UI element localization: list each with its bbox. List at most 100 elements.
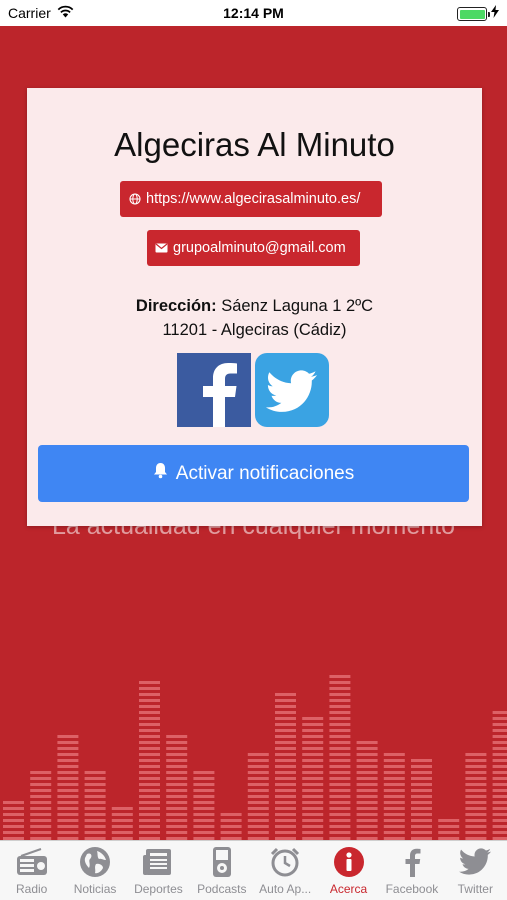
- equalizer-segment: [139, 693, 160, 696]
- tab-podcasts[interactable]: Podcasts: [190, 841, 253, 900]
- equalizer-segment: [139, 723, 160, 726]
- globe-icon: [78, 845, 112, 879]
- equalizer-segment: [166, 795, 188, 798]
- equalizer-segment: [383, 795, 405, 798]
- equalizer-segment: [302, 813, 324, 816]
- equalizer-segment: [411, 825, 432, 828]
- equalizer-bar: [84, 771, 106, 840]
- facebook-icon: [395, 845, 429, 879]
- equalizer-graphic: [3, 675, 507, 840]
- equalizer-bar: [3, 801, 24, 840]
- equalizer-segment: [193, 819, 215, 822]
- equalizer-bar: [356, 741, 378, 840]
- equalizer-segment: [302, 729, 324, 732]
- equalizer-segment: [329, 795, 351, 798]
- equalizer-segment: [166, 801, 188, 804]
- email-button[interactable]: grupoalminuto@gmail.com: [147, 230, 360, 266]
- equalizer-segment: [139, 783, 160, 786]
- tab-deportes[interactable]: Deportes: [127, 841, 190, 900]
- equalizer-segment: [30, 819, 52, 822]
- equalizer-segment: [275, 735, 296, 738]
- equalizer-segment: [465, 825, 487, 828]
- tab-twitter[interactable]: Twitter: [444, 841, 507, 900]
- equalizer-segment: [30, 813, 52, 816]
- equalizer-segment: [247, 831, 269, 834]
- equalizer-bar: [383, 753, 405, 840]
- equalizer-segment: [247, 813, 269, 816]
- equalizer-segment: [411, 765, 432, 768]
- equalizer-segment: [84, 807, 106, 810]
- charging-bolt-icon: [491, 5, 499, 23]
- equalizer-segment: [329, 675, 351, 678]
- equalizer-segment: [356, 789, 378, 792]
- tab-label-radio: Radio: [16, 882, 48, 896]
- equalizer-segment: [329, 681, 351, 684]
- equalizer-segment: [57, 735, 79, 738]
- status-time: 12:14 PM: [223, 5, 284, 21]
- equalizer-segment: [329, 759, 351, 762]
- equalizer-segment: [329, 777, 351, 780]
- equalizer-segment: [193, 825, 215, 828]
- equalizer-segment: [492, 825, 507, 828]
- equalizer-segment: [275, 807, 296, 810]
- equalizer-segment: [492, 807, 507, 810]
- equalizer-segment: [492, 711, 507, 714]
- equalizer-segment: [247, 795, 269, 798]
- equalizer-segment: [383, 813, 405, 816]
- equalizer-segment: [139, 819, 160, 822]
- equalizer-segment: [383, 789, 405, 792]
- equalizer-segment: [302, 747, 324, 750]
- equalizer-segment: [111, 819, 133, 822]
- equalizer-bar: [438, 819, 460, 840]
- facebook-button[interactable]: [177, 353, 251, 427]
- equalizer-segment: [329, 819, 351, 822]
- equalizer-segment: [492, 813, 507, 816]
- tab-facebook[interactable]: Facebook: [380, 841, 443, 900]
- equalizer-segment: [465, 765, 487, 768]
- equalizer-segment: [57, 753, 79, 756]
- equalizer-segment: [492, 831, 507, 834]
- equalizer-segment: [139, 681, 160, 684]
- equalizer-segment: [302, 807, 324, 810]
- equalizer-segment: [411, 831, 432, 834]
- website-button[interactable]: https://www.algecirasalminuto.es/: [120, 181, 382, 217]
- tab-auto-apagado[interactable]: Auto Ap...: [254, 841, 317, 900]
- equalizer-segment: [84, 789, 106, 792]
- tab-bar: Radio Noticias Deportes Podcasts Auto Ap…: [0, 840, 507, 900]
- equalizer-segment: [193, 831, 215, 834]
- equalizer-segment: [166, 831, 188, 834]
- equalizer-segment: [247, 789, 269, 792]
- equalizer-segment: [275, 771, 296, 774]
- equalizer-segment: [57, 789, 79, 792]
- equalizer-segment: [30, 789, 52, 792]
- equalizer-segment: [383, 825, 405, 828]
- equalizer-segment: [492, 747, 507, 750]
- equalizer-bar: [57, 735, 79, 840]
- equalizer-segment: [275, 699, 296, 702]
- equalizer-segment: [465, 813, 487, 816]
- equalizer-segment: [465, 795, 487, 798]
- equalizer-bar: [220, 813, 242, 840]
- tab-radio[interactable]: Radio: [0, 841, 63, 900]
- equalizer-segment: [57, 813, 79, 816]
- equalizer-segment: [275, 741, 296, 744]
- equalizer-segment: [492, 717, 507, 720]
- equalizer-bar: [411, 759, 432, 840]
- equalizer-bar: [111, 807, 133, 840]
- equalizer-segment: [139, 765, 160, 768]
- equalizer-segment: [383, 777, 405, 780]
- newspaper-icon: [141, 845, 175, 879]
- activate-notifications-button[interactable]: Activar notificaciones: [38, 445, 469, 502]
- equalizer-segment: [438, 825, 460, 828]
- equalizer-segment: [166, 789, 188, 792]
- main-content: alg La actualidad en cualquier momento A…: [0, 26, 507, 840]
- equalizer-segment: [57, 825, 79, 828]
- equalizer-segment: [302, 723, 324, 726]
- equalizer-segment: [438, 831, 460, 834]
- equalizer-segment: [411, 777, 432, 780]
- equalizer-segment: [383, 765, 405, 768]
- twitter-button[interactable]: [255, 353, 329, 427]
- tab-acerca[interactable]: Acerca: [317, 841, 380, 900]
- address-block: Dirección: Sáenz Laguna 1 2ºC 11201 - Al…: [27, 294, 482, 342]
- tab-noticias[interactable]: Noticias: [63, 841, 126, 900]
